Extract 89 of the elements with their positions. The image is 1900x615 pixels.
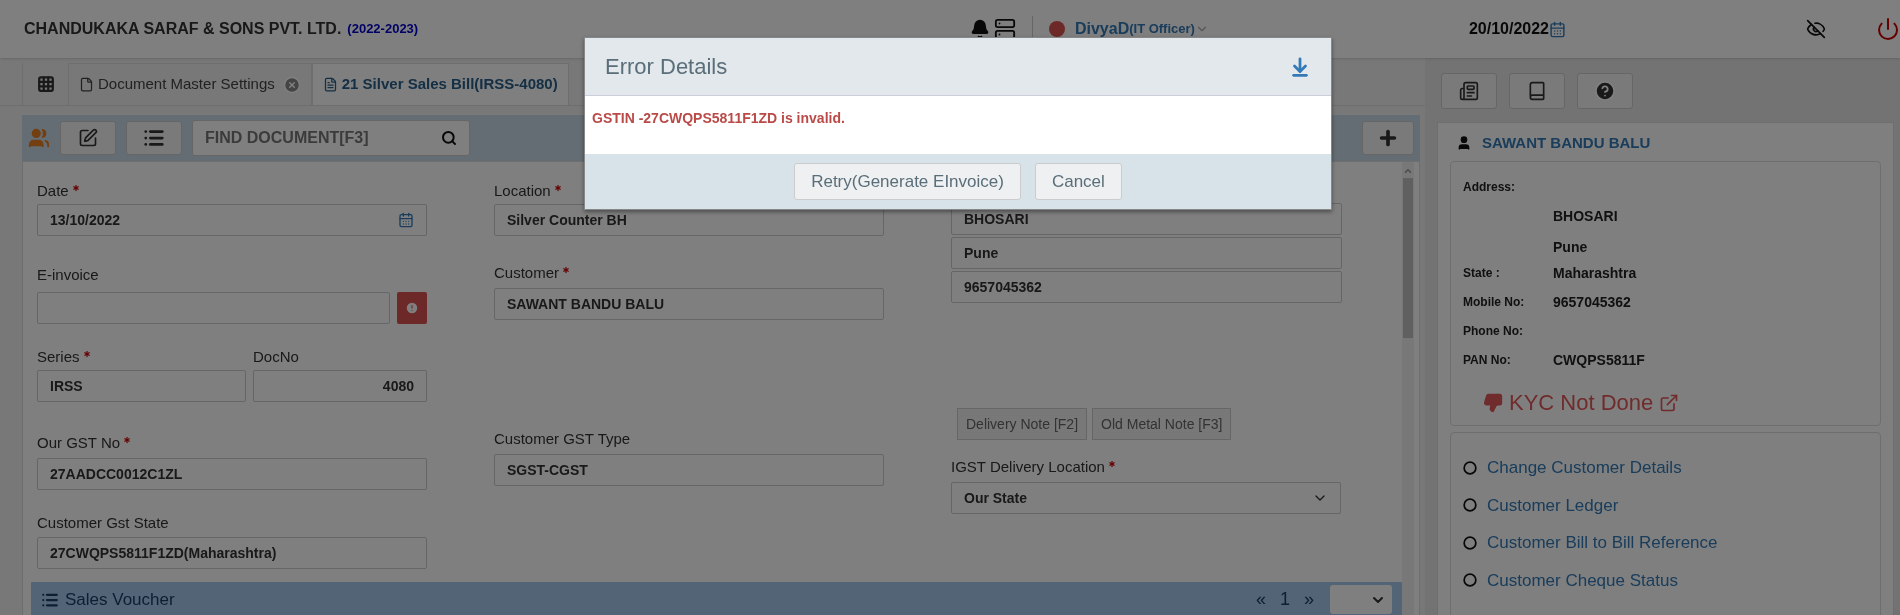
field-label: DocNo — [253, 346, 299, 367]
dialog-button[interactable]: Retry(Generate EInvoice) — [794, 163, 1021, 200]
field-label: Customer — [494, 262, 560, 283]
document-tab[interactable]: Document Master Settings — [68, 63, 312, 105]
book-button[interactable] — [1509, 73, 1565, 109]
edit-icon — [78, 128, 98, 148]
field-label: Series — [37, 346, 80, 367]
thumbs-down-icon — [1483, 392, 1503, 413]
circle-icon — [1463, 573, 1477, 588]
text-field[interactable] — [37, 292, 390, 324]
text-field[interactable]: SGST-CGST — [494, 454, 884, 486]
news-button[interactable] — [1441, 73, 1497, 109]
select-field[interactable]: Our State — [951, 482, 1341, 514]
field-label: Customer GST Type — [494, 428, 631, 449]
customer-action-link[interactable]: Change Customer Details — [1487, 455, 1682, 481]
newspaper-icon — [1459, 81, 1479, 101]
detail-value: Maharashtra — [1553, 263, 1637, 283]
field-label: Location — [494, 180, 551, 201]
field-label: Our GST No — [37, 432, 121, 453]
close-icon[interactable] — [282, 75, 301, 94]
detail-label: Address: — [1463, 179, 1516, 196]
error-button[interactable] — [397, 292, 427, 324]
current-date: 20/10/2022 — [1468, 19, 1549, 39]
text-field[interactable]: Pune — [951, 237, 1342, 269]
search-icon — [441, 130, 457, 146]
financial-year: (2022-2023) — [347, 20, 419, 39]
circle-icon — [1463, 460, 1477, 475]
document-icon — [322, 77, 338, 92]
help-icon — [1594, 80, 1616, 102]
text-field[interactable]: 27AADCC0012C1ZL — [37, 458, 427, 490]
calendar-icon[interactable] — [398, 212, 414, 228]
previous-page-link[interactable]: « — [1255, 586, 1266, 613]
detail-value: 9657045362 — [1553, 292, 1631, 312]
circle-icon — [1463, 535, 1477, 550]
plus-icon — [1377, 127, 1399, 149]
dialog-title: Error Details — [605, 53, 728, 81]
error-message: GSTIN -27CWQPS5811F1ZD is invalid. — [592, 110, 845, 126]
power-icon[interactable] — [1876, 17, 1900, 41]
dialog-button[interactable]: Cancel — [1034, 163, 1122, 200]
text-field[interactable]: 4080 — [253, 370, 427, 402]
note-button[interactable]: Old Metal Note [F3] — [1092, 408, 1232, 440]
document-tab[interactable]: 21 Silver Sales Bill(IRSS-4080) — [311, 63, 569, 105]
help-button[interactable] — [1577, 73, 1633, 109]
field-label: E-invoice — [37, 264, 99, 285]
customer-action-link[interactable]: Customer Ledger — [1487, 492, 1619, 518]
company-name: CHANDUKAKA SARAF & SONS PVT. LTD. — [24, 19, 342, 39]
customer-action-link[interactable]: Customer Bill to Bill Reference — [1487, 530, 1718, 556]
list-button[interactable] — [126, 121, 182, 155]
detail-label: Phone No: — [1463, 323, 1524, 340]
customer-name: SAWANT BANDU BALU — [1482, 132, 1651, 153]
address-line: BHOSARI — [1553, 207, 1619, 226]
detail-label: Mobile No: — [1463, 294, 1526, 311]
text-field[interactable]: 9657045362 — [951, 271, 1342, 303]
edit-button[interactable] — [60, 121, 116, 155]
field-label: IGST Delivery Location — [951, 456, 1105, 477]
text-field[interactable]: IRSS — [37, 370, 246, 402]
next-page-link[interactable]: » — [1304, 586, 1314, 613]
customer-action-link[interactable]: Customer Cheque Status — [1487, 567, 1678, 593]
download-icon[interactable] — [1289, 55, 1311, 78]
field-label: Customer Gst State — [37, 512, 169, 533]
person-icon — [1456, 135, 1472, 151]
list-icon — [143, 127, 165, 149]
address-line: Pune — [1553, 238, 1589, 257]
grid-icon — [36, 75, 55, 93]
text-field[interactable]: 27CWQPS5811F1ZD(Maharashtra) — [37, 537, 427, 569]
find-document-field[interactable]: FIND DOCUMENT[F3] — [192, 120, 470, 156]
page-number: 1 — [1279, 588, 1290, 611]
section-title: Sales Voucher — [65, 588, 175, 611]
alert-icon — [405, 301, 419, 315]
external-link-icon — [1659, 392, 1680, 413]
user-menu[interactable]: DivyaD(IT Officer) — [1074, 17, 1209, 41]
calendar-icon[interactable] — [1549, 20, 1566, 38]
detail-value: CWQPS5811F — [1553, 350, 1645, 370]
note-button[interactable]: Delivery Note [F2] — [957, 408, 1088, 440]
date-field[interactable]: 13/10/2022 — [37, 204, 427, 236]
text-field[interactable]: SAWANT BANDU BALU — [494, 288, 884, 320]
book-icon — [1527, 81, 1547, 101]
kyc-status-link[interactable]: KYC Not Done — [1483, 386, 1680, 419]
add-button[interactable] — [1362, 121, 1414, 155]
circle-icon — [1463, 498, 1477, 513]
eye-slash-icon[interactable] — [1806, 19, 1826, 39]
server-icon[interactable] — [993, 18, 1016, 40]
document-icon — [79, 77, 94, 92]
detail-label: PAN No: — [1463, 352, 1512, 369]
scrollbar[interactable] — [1402, 162, 1414, 615]
scroll-up-icon[interactable] — [1403, 166, 1413, 176]
notification-icon[interactable] — [969, 19, 990, 39]
field-label: Date — [37, 180, 69, 201]
detail-label: State : — [1463, 265, 1501, 282]
